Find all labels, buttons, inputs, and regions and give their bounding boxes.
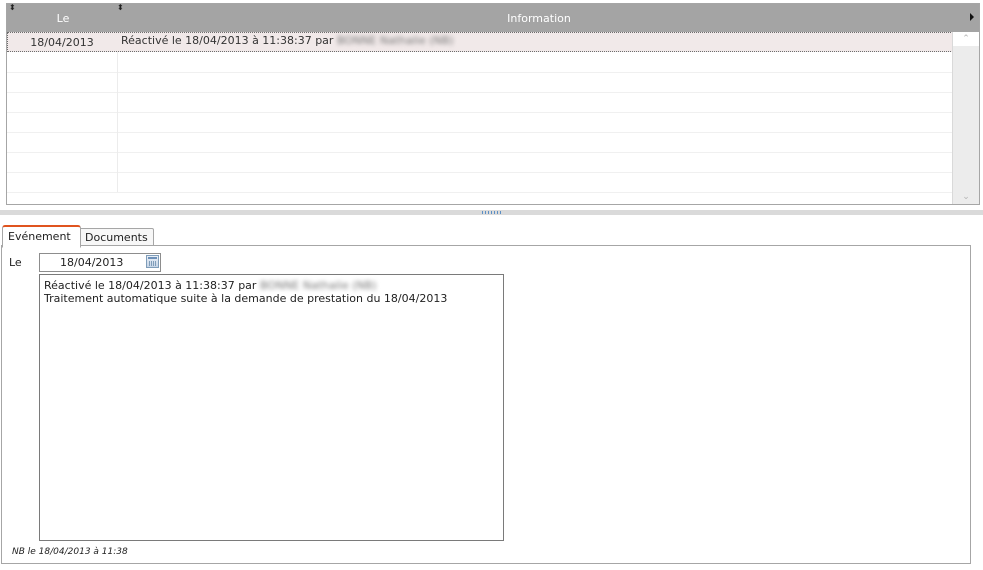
scroll-down-icon[interactable]: ⌄	[953, 190, 979, 204]
panel-splitter[interactable]	[0, 210, 983, 215]
table-cell-le	[7, 172, 118, 192]
date-field[interactable]: 18/04/2013	[39, 253, 161, 272]
sort-indicator-icon: ⬍	[9, 3, 16, 12]
column-header-information[interactable]: Information	[119, 4, 959, 32]
events-grid[interactable]: Le ⬍ ⬍ Information 18/04/2013 Réactivé l…	[6, 3, 980, 205]
empty-row	[7, 132, 953, 153]
tab-evenement[interactable]: Evénement	[2, 225, 81, 248]
memo-line-2: Traitement automatique suite à la demand…	[44, 292, 448, 305]
calendar-icon[interactable]	[146, 255, 159, 268]
vertical-scrollbar[interactable]: ⌃ ⌄	[952, 32, 979, 204]
splitter-grip-icon[interactable]	[482, 211, 502, 214]
memo-line-1-text: Réactivé le 18/04/2013 à 11:38:37 par	[44, 279, 257, 292]
table-cell-le	[7, 112, 118, 132]
date-field-value: 18/04/2013	[60, 256, 124, 269]
empty-row	[7, 112, 953, 133]
empty-row	[7, 92, 953, 113]
row-info-text: Réactivé le 18/04/2013 à 11:38:37 par	[121, 34, 334, 47]
row-date: 18/04/2013	[30, 36, 94, 49]
row-info: Réactivé le 18/04/2013 à 11:38:37 par BO…	[121, 34, 454, 47]
grid-rows: 18/04/2013 Réactivé le 18/04/2013 à 11:3…	[7, 32, 953, 204]
memo-line-1-user: BONNE Nathalie (NB)	[259, 279, 377, 292]
table-cell-le	[7, 52, 118, 72]
memo-line-1: Réactivé le 18/04/2013 à 11:38:37 par BO…	[44, 279, 377, 292]
event-description-textarea[interactable]: Réactivé le 18/04/2013 à 11:38:37 par BO…	[39, 274, 504, 541]
empty-row	[7, 52, 953, 73]
table-cell-le	[7, 92, 118, 112]
date-label: Le	[9, 256, 22, 269]
scroll-up-icon[interactable]: ⌃	[953, 32, 979, 46]
tab-evenement-label: Evénement	[8, 230, 71, 243]
tab-documents-label: Documents	[85, 231, 148, 244]
column-menu-arrow-icon[interactable]	[970, 13, 974, 21]
table-cell-le	[7, 152, 118, 172]
column-header-le[interactable]: Le	[7, 4, 119, 32]
empty-row	[7, 72, 953, 93]
empty-row	[7, 172, 953, 193]
grid-header: Le ⬍ ⬍ Information	[7, 4, 979, 32]
row-info-user: BONNE Nathalie (NB)	[336, 34, 454, 47]
column-header-information-label: Information	[507, 12, 571, 25]
table-row[interactable]: 18/04/2013 Réactivé le 18/04/2013 à 11:3…	[7, 32, 953, 52]
empty-row	[7, 152, 953, 173]
footer-note: NB le 18/04/2013 à 11:38	[12, 547, 128, 557]
table-cell-le	[7, 72, 118, 92]
table-cell-le	[7, 132, 118, 152]
column-header-le-label: Le	[56, 12, 70, 25]
